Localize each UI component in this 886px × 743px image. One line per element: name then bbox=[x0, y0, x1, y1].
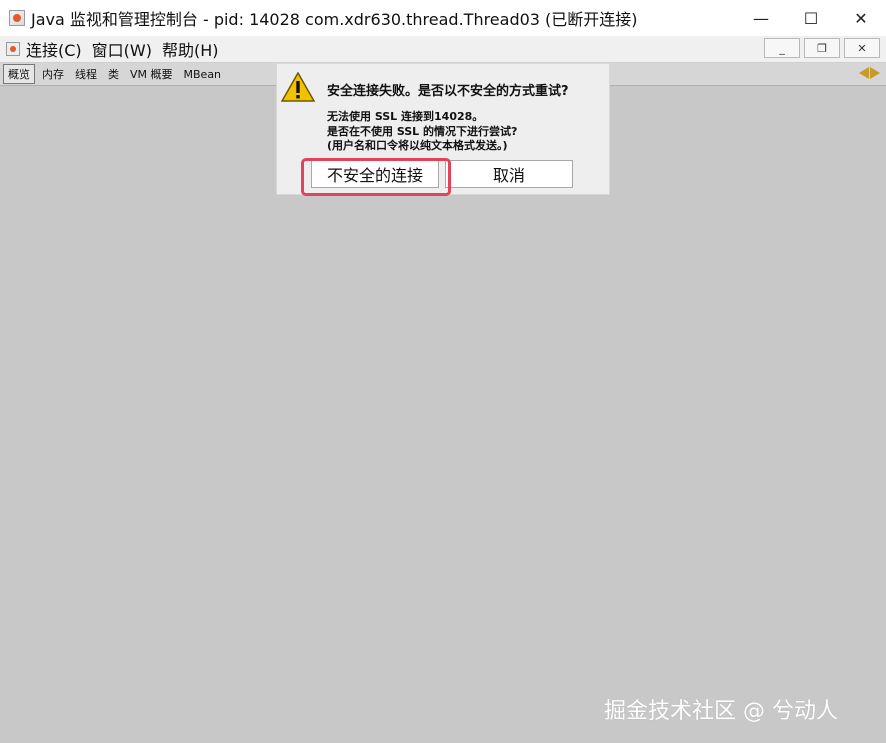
watermark-text: 掘金技术社区 @ 兮动人 bbox=[604, 699, 838, 724]
inner-minimize-button[interactable]: _ bbox=[764, 38, 800, 58]
tab-scroll-arrows bbox=[859, 67, 880, 79]
menu-connection[interactable]: 连接(C) bbox=[26, 37, 82, 61]
tab-threads[interactable]: 线程 bbox=[71, 65, 101, 83]
dialog-message-line-3: (用户名和口令将以纯文本格式发送。) bbox=[327, 139, 508, 152]
close-button[interactable]: ✕ bbox=[836, 0, 886, 36]
maximize-button[interactable]: ☐ bbox=[786, 0, 836, 36]
title-bar: Java 监视和管理控制台 - pid: 14028 com.xdr630.th… bbox=[0, 0, 886, 36]
annotation-highlight-box bbox=[301, 158, 451, 196]
tab-classes[interactable]: 类 bbox=[104, 65, 123, 83]
menu-bar: 连接(C) 窗口(W) 帮助(H) _ ❐ ✕ bbox=[0, 36, 886, 63]
tab-mbean[interactable]: MBean bbox=[180, 67, 226, 82]
minimize-button[interactable]: — bbox=[736, 0, 786, 36]
arrow-right-icon[interactable] bbox=[870, 67, 880, 79]
cancel-button[interactable]: 取消 bbox=[445, 160, 573, 188]
tab-memory[interactable]: 内存 bbox=[38, 65, 68, 83]
window-title: Java 监视和管理控制台 - pid: 14028 com.xdr630.th… bbox=[31, 10, 638, 29]
inner-close-button[interactable]: ✕ bbox=[844, 38, 880, 58]
tab-overview[interactable]: 概览 bbox=[3, 64, 35, 84]
dialog-title: 安全连接失败。是否以不安全的方式重试? bbox=[327, 84, 569, 99]
menu-window[interactable]: 窗口(W) bbox=[92, 37, 152, 61]
inner-restore-button[interactable]: ❐ bbox=[804, 38, 840, 58]
window-controls: — ☐ ✕ bbox=[736, 0, 886, 36]
java-menu-icon bbox=[6, 42, 20, 56]
tab-vm-summary[interactable]: VM 概要 bbox=[126, 65, 177, 83]
internal-frame-controls: _ ❐ ✕ bbox=[764, 38, 880, 58]
dialog-message-line-1: 无法使用 SSL 连接到14028。 bbox=[327, 110, 484, 123]
warning-icon bbox=[281, 72, 315, 102]
java-app-icon bbox=[9, 10, 25, 26]
arrow-left-icon[interactable] bbox=[859, 67, 869, 79]
menu-help[interactable]: 帮助(H) bbox=[162, 37, 219, 61]
app-window: Java 监视和管理控制台 - pid: 14028 com.xdr630.th… bbox=[0, 0, 886, 743]
